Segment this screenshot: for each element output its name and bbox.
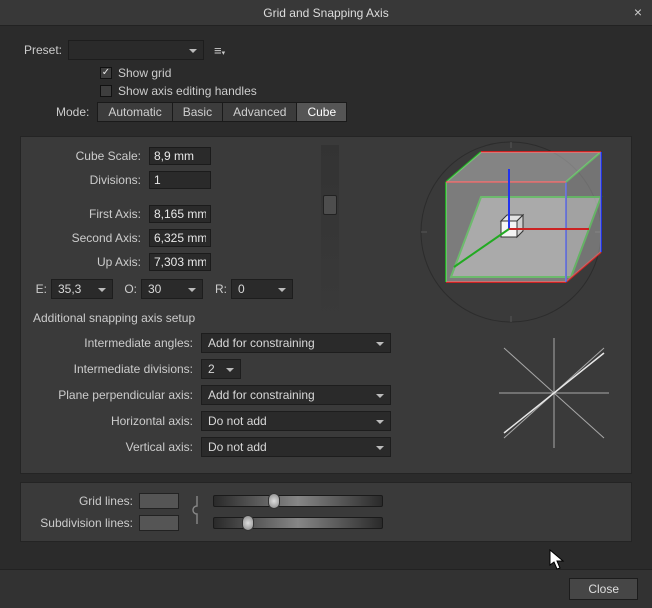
second-axis-label: Second Axis: [33,231,141,245]
subdivision-lines-color[interactable] [139,515,179,531]
mode-cube[interactable]: Cube [297,102,347,122]
r-label: R: [213,282,227,296]
show-grid-label: Show grid [118,66,171,80]
horizontal-axis-select[interactable]: Do not add [201,411,391,431]
cursor-icon [549,549,567,571]
horizontal-axis-label: Horizontal axis: [33,414,193,428]
close-button[interactable]: Close [569,578,638,600]
mode-label: Mode: [56,105,89,119]
link-icon[interactable] [191,497,203,527]
mode-automatic[interactable]: Automatic [97,102,172,122]
o-select[interactable]: 30 [141,279,203,299]
r-select[interactable]: 0 [231,279,293,299]
show-axis-handles-label: Show axis editing handles [118,84,257,98]
show-axis-handles-checkbox[interactable] [100,85,112,97]
grid-lines-slider[interactable] [213,495,383,507]
cube-scale-input[interactable] [149,147,211,165]
window-title: Grid and Snapping Axis [263,6,388,20]
cube-scale-label: Cube Scale: [33,149,141,163]
second-axis-input[interactable] [149,229,211,247]
plane-perp-select[interactable]: Add for constraining [201,385,391,405]
mode-advanced[interactable]: Advanced [223,102,297,122]
subdivision-lines-label: Subdivision lines: [33,516,133,530]
divisions-input[interactable] [149,171,211,189]
vertical-scroll-strip[interactable] [321,145,339,325]
e-label: E: [33,282,47,296]
mode-segmented: Automatic Basic Advanced Cube [97,102,347,122]
show-grid-checkbox[interactable] [100,67,112,79]
e-select[interactable]: 35,3 [51,279,113,299]
intermediate-angles-select[interactable]: Add for constraining [201,333,391,353]
preset-label: Preset: [20,43,62,57]
vertical-axis-label: Vertical axis: [33,440,193,454]
intermediate-angles-label: Intermediate angles: [33,336,193,350]
snap-diagram [489,333,619,453]
o-label: O: [123,282,137,296]
subdivision-lines-slider[interactable] [213,517,383,529]
up-axis-label: Up Axis: [33,255,141,269]
first-axis-input[interactable] [149,205,211,223]
mode-basic[interactable]: Basic [173,102,223,122]
grid-lines-label: Grid lines: [33,494,133,508]
lines-panel: Grid lines: Subdivision lines: [20,482,632,542]
preset-select[interactable] [68,40,204,60]
intermediate-divisions-select[interactable]: 2 [201,359,241,379]
vertical-axis-select[interactable]: Do not add [201,437,391,457]
intermediate-divisions-label: Intermediate divisions: [33,362,193,376]
footer: Close [0,569,652,608]
plane-perp-label: Plane perpendicular axis: [33,388,193,402]
close-icon[interactable]: × [630,4,646,20]
grid-lines-color[interactable] [139,493,179,509]
main-panel: Cube Scale: Divisions: First Axis: Secon… [20,136,632,474]
subdivision-lines-thumb[interactable] [242,515,254,531]
cube-preview[interactable] [391,137,631,327]
vertical-scroll-thumb[interactable] [323,195,337,215]
grid-lines-thumb[interactable] [268,493,280,509]
up-axis-input[interactable] [149,253,211,271]
divisions-label: Divisions: [33,173,141,187]
first-axis-label: First Axis: [33,207,141,221]
titlebar: Grid and Snapping Axis × [0,0,652,26]
preset-menu-icon[interactable]: ≡▾ [214,43,228,57]
